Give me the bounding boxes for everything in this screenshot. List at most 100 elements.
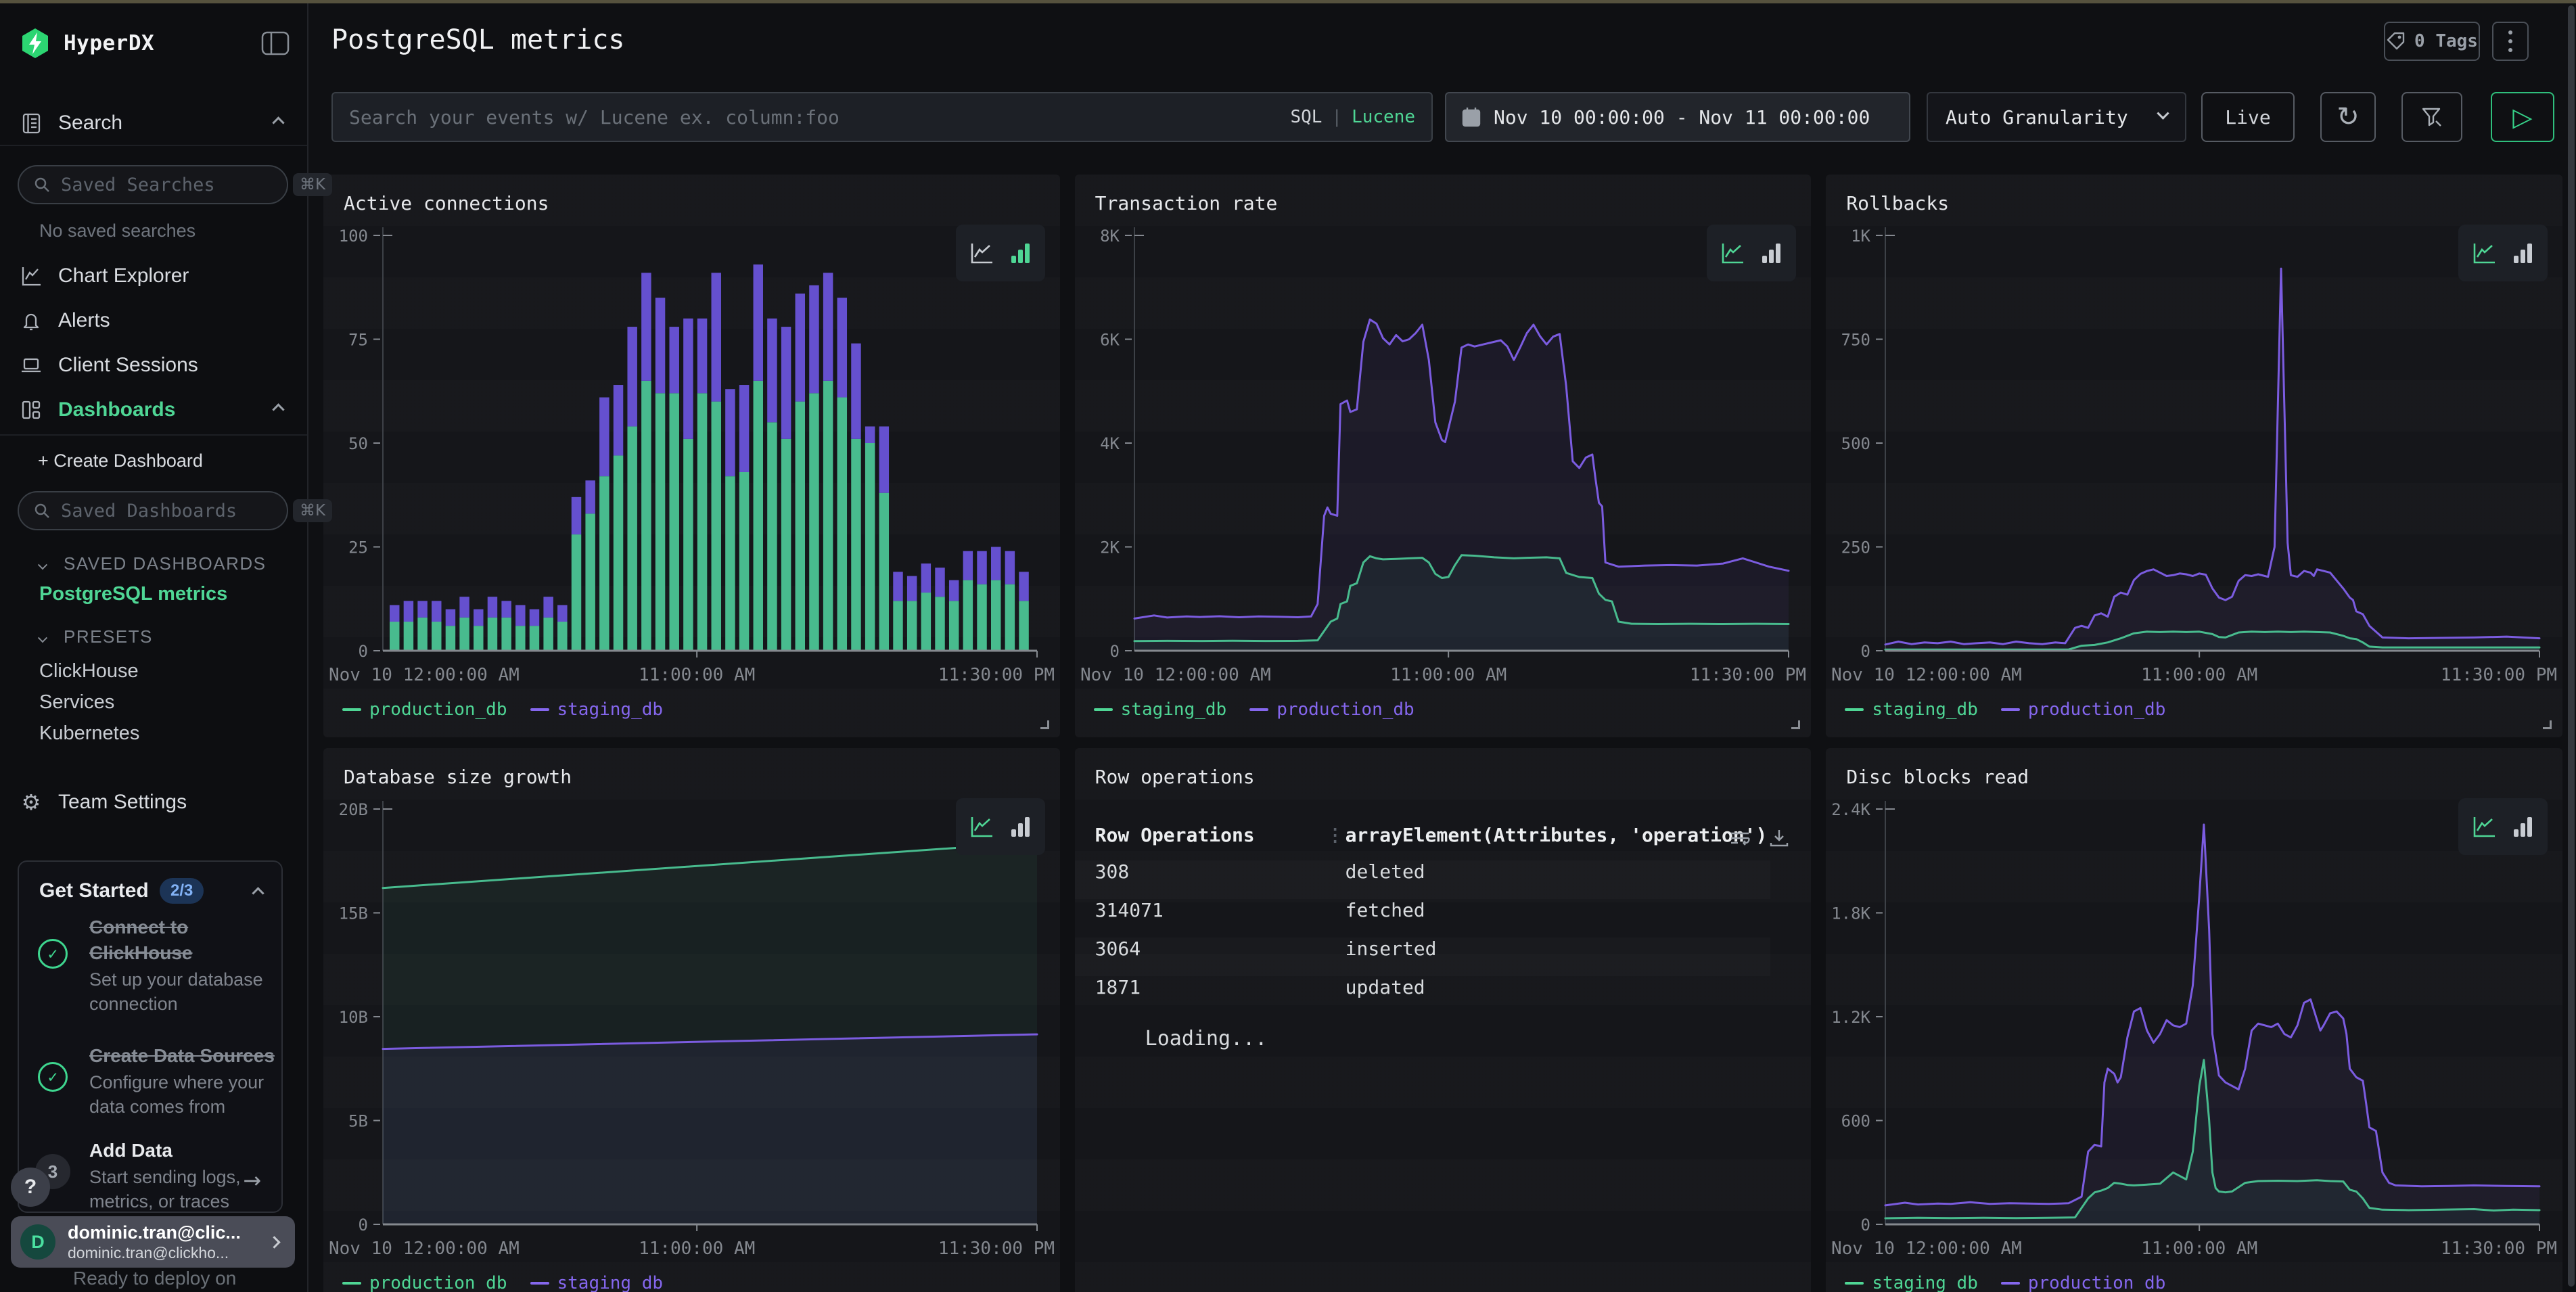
legend-item[interactable]: production_db — [2001, 699, 2166, 720]
create-dashboard-button[interactable]: + Create Dashboard — [38, 451, 203, 471]
panel-transaction-rate: Transaction rate 8K6K4K2K0Nov 10 12:00:0… — [1075, 175, 1812, 737]
line-chart-icon[interactable] — [968, 813, 995, 840]
chart-type-toggle[interactable] — [2458, 798, 2548, 855]
wrap-text-icon[interactable] — [1728, 827, 1751, 850]
chevron-up-icon[interactable] — [274, 404, 283, 417]
column-header[interactable]: Row Operations — [1095, 824, 1255, 846]
download-icon[interactable] — [1768, 827, 1791, 850]
sidebar-item-label: Chart Explorer — [58, 264, 189, 287]
presets-section-label[interactable]: PRESETS — [64, 626, 153, 647]
legend-item[interactable]: staging_db — [1094, 699, 1227, 720]
sidebar-item-client-sessions[interactable]: Client Sessions — [0, 348, 307, 383]
saved-searches-input[interactable]: ⌘K — [18, 165, 288, 204]
help-button[interactable]: ? — [11, 1168, 50, 1207]
legend-item[interactable]: staging_db — [1845, 1273, 1978, 1292]
chart-type-toggle[interactable] — [2458, 225, 2548, 281]
chart-type-toggle[interactable] — [956, 798, 1045, 855]
svg-text:75: 75 — [348, 331, 368, 350]
get-started-title: Get Started — [39, 879, 149, 902]
lucene-mode-toggle[interactable]: Lucene — [1352, 107, 1415, 127]
sidebar-collapse-icon[interactable] — [261, 31, 290, 55]
sidebar-item-postgresql-metrics[interactable]: PostgreSQL metrics — [39, 583, 227, 605]
bar-chart-icon[interactable] — [2511, 813, 2535, 840]
legend-item[interactable]: production_db — [1249, 699, 1414, 720]
filter-button[interactable] — [2401, 92, 2462, 142]
page-scrollbar[interactable] — [2568, 5, 2575, 1287]
tags-button[interactable]: 0 Tags — [2384, 22, 2480, 61]
legend-item[interactable]: staging_db — [530, 1273, 664, 1292]
sidebar-item-label: Team Settings — [58, 791, 187, 814]
sidebar-item-services[interactable]: Services — [39, 691, 114, 714]
sidebar-item-label: Client Sessions — [58, 354, 198, 377]
svg-text:1.8K: 1.8K — [1832, 904, 1871, 923]
arrow-right-icon[interactable]: → — [243, 1168, 261, 1193]
bar-chart-icon[interactable] — [1009, 239, 1033, 267]
bar-chart-icon[interactable] — [2511, 239, 2535, 267]
panel-resize-handle[interactable] — [1791, 720, 1800, 729]
panel-resize-handle[interactable] — [2543, 720, 2552, 729]
legend-item[interactable]: staging_db — [1845, 699, 1978, 720]
table-row[interactable]: 308deleted — [1095, 860, 1791, 899]
saved-searches-field[interactable] — [61, 175, 293, 195]
sidebar-item-alerts[interactable]: Alerts — [0, 303, 307, 338]
chart-type-toggle[interactable] — [1707, 225, 1796, 281]
database-size-growth-chart[interactable]: 20B15B10B5B0Nov 10 12:00:00 AM11:00:00 A… — [323, 789, 1060, 1262]
line-chart-icon[interactable] — [1719, 239, 1746, 267]
legend-item[interactable]: production_db — [342, 1273, 507, 1292]
sidebar-item-dashboards[interactable]: Dashboards — [0, 392, 307, 428]
refresh-button[interactable]: ↻ — [2320, 92, 2376, 142]
bar-chart-icon[interactable] — [1760, 239, 1784, 267]
saved-dashboards-field[interactable] — [61, 501, 293, 522]
event-search-box[interactable]: SQL | Lucene — [331, 92, 1433, 142]
chevron-down-icon[interactable] — [39, 633, 46, 646]
line-chart-icon[interactable] — [2470, 813, 2498, 840]
kebab-menu-button[interactable] — [2492, 22, 2529, 61]
svg-text:Nov 10 12:00:00 AM: Nov 10 12:00:00 AM — [1831, 665, 2022, 685]
svg-text:11:30:00 PM: 11:30:00 PM — [938, 1239, 1055, 1259]
legend-item[interactable]: production_db — [2001, 1273, 2166, 1292]
tags-label: 0 Tags — [2414, 31, 2478, 51]
svg-text:Nov 10 12:00:00 AM: Nov 10 12:00:00 AM — [329, 665, 520, 685]
chevron-up-icon[interactable] — [254, 887, 262, 900]
get-started-step-title[interactable]: Create Data Sources — [89, 1043, 313, 1069]
get-started-step-title[interactable]: Add Data — [89, 1138, 279, 1163]
divider — [0, 145, 307, 146]
svg-text:10B: 10B — [339, 1008, 368, 1027]
column-header[interactable]: arrayElement(Attributes, 'operation') — [1346, 824, 1768, 846]
get-started-step-title[interactable]: Connect to ClickHouse — [89, 915, 279, 966]
line-chart-icon[interactable] — [2470, 239, 2498, 267]
sidebar-item-chart-explorer[interactable]: Chart Explorer — [0, 258, 307, 294]
svg-text:20B: 20B — [339, 800, 368, 819]
line-chart-icon[interactable] — [968, 239, 995, 267]
panel-resize-handle[interactable] — [1040, 720, 1049, 729]
chart-type-toggle[interactable] — [956, 225, 1045, 281]
chevron-up-icon[interactable] — [274, 117, 283, 130]
legend-item[interactable]: production_db — [342, 699, 507, 720]
table-row[interactable]: 314071fetched — [1095, 899, 1791, 938]
active-connections-chart[interactable]: 1007550250Nov 10 12:00:00 AM11:00:00 AM1… — [323, 215, 1060, 689]
rollbacks-chart[interactable]: 1K7505002500Nov 10 12:00:00 AM11:00:00 A… — [1826, 215, 2562, 689]
saved-dashboards-section-label[interactable]: SAVED DASHBOARDS — [64, 553, 266, 574]
legend-item[interactable]: staging_db — [530, 699, 664, 720]
bar-chart-icon[interactable] — [1009, 813, 1033, 840]
event-search-input[interactable] — [349, 106, 1290, 129]
sidebar-item-kubernetes[interactable]: Kubernetes — [39, 722, 139, 745]
transaction-rate-chart[interactable]: 8K6K4K2K0Nov 10 12:00:00 AM11:00:00 AM11… — [1075, 215, 1812, 689]
sidebar-item-search[interactable]: Search — [0, 106, 307, 141]
disc-blocks-read-chart[interactable]: 2.4K1.8K1.2K6000Nov 10 12:00:00 AM11:00:… — [1826, 789, 2562, 1262]
sql-mode-toggle[interactable]: SQL — [1290, 107, 1322, 127]
table-row[interactable]: 1871updated — [1095, 976, 1791, 1015]
sidebar-item-team-settings[interactable]: ⚙ Team Settings — [0, 785, 307, 820]
saved-dashboards-input[interactable]: ⌘K — [18, 491, 288, 530]
granularity-select[interactable]: Auto Granularity — [1927, 92, 2186, 142]
run-query-button[interactable]: ▷ — [2491, 92, 2554, 142]
user-menu[interactable]: D dominic.tran@clic... dominic.tran@clic… — [11, 1216, 295, 1268]
sidebar-item-clickhouse[interactable]: ClickHouse — [39, 660, 139, 683]
column-drag-handle[interactable]: ⋮ — [1327, 825, 1344, 846]
live-button[interactable]: Live — [2201, 92, 2295, 142]
date-range-picker[interactable]: Nov 10 00:00:00 - Nov 11 00:00:00 — [1445, 92, 1910, 142]
svg-text:0: 0 — [1109, 642, 1119, 661]
svg-text:250: 250 — [1841, 538, 1870, 557]
table-row[interactable]: 3064inserted — [1095, 938, 1791, 976]
chevron-down-icon[interactable] — [39, 560, 46, 573]
